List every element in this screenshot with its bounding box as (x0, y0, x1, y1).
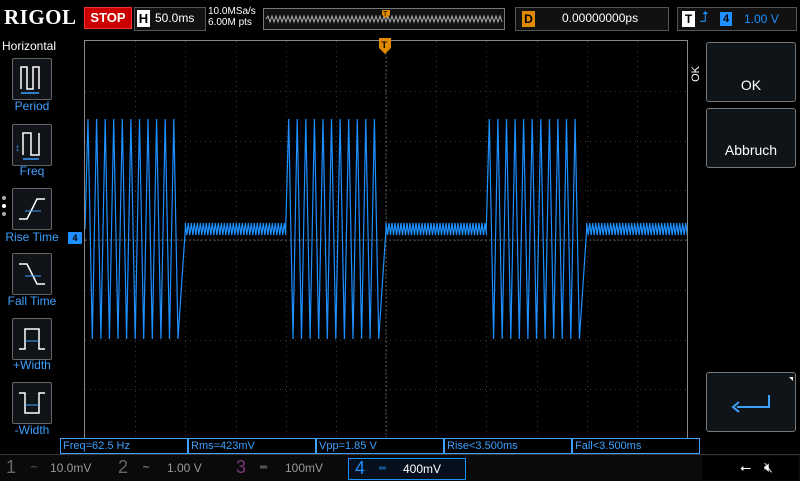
timebase-value: 50.0ms (155, 11, 195, 25)
trigger-box[interactable]: T ⮥ 4 1.00 V (677, 7, 797, 31)
rising-edge-icon: ⮥ (700, 9, 709, 26)
meas-freq[interactable]: Freq=62.5 Hz (60, 438, 188, 454)
waveform-display[interactable] (84, 40, 688, 440)
channel-4-box[interactable]: 4 ═ 400mV (348, 458, 466, 480)
side-ok-label: OK (690, 66, 702, 82)
channel-bar: 1 ∼ 10.0mV 2 ∼ 1.00 V 3 ═ 100mV 4 ═ 400m… (0, 454, 800, 481)
channel-3-number: 3 (236, 457, 247, 477)
meas-fall[interactable]: Fall<3.500ms (572, 438, 700, 454)
freq-icon: ↕ (15, 132, 40, 160)
graticule (85, 41, 687, 439)
channel-4-offset-marker[interactable]: 4 (68, 232, 82, 244)
channel-2-box[interactable]: 2 ∼ 1.00 V (112, 457, 227, 478)
waveform-canvas (84, 41, 688, 439)
trigger-level-value: 1.00 V (744, 12, 779, 26)
delay-badge: D (522, 11, 535, 27)
dc-coupling-icon: ═ (260, 462, 268, 473)
meas-vpp[interactable]: Vpp=1.85 V (316, 438, 444, 454)
memory-overview-bar[interactable]: T (263, 8, 505, 30)
measure-menu: Horizontal Period ↕ Freq Rise Time Fall … (0, 36, 60, 438)
meas-rise[interactable]: Rise<3.500ms (444, 438, 572, 454)
confirm-panel: OK OK Abbruch (690, 36, 800, 438)
measure-rise-time-button[interactable] (12, 188, 52, 230)
meas-rms[interactable]: Rms=423mV (188, 438, 316, 454)
scroll-dot-active (2, 204, 6, 208)
acquisition-info: 10.0MSa/s 6.00M pts (208, 6, 256, 28)
scroll-dot (2, 196, 6, 200)
menu-title: Horizontal (2, 39, 57, 53)
fall-time-label: Fall Time (7, 294, 57, 308)
period-icon (20, 66, 40, 94)
neg-width-label: -Width (14, 423, 50, 437)
top-status-bar: RIGOL STOP H 50.0ms 10.0MSa/s 6.00M pts … (0, 0, 800, 36)
usb-icon: ⭠ (740, 459, 752, 475)
return-arrow-icon (731, 377, 793, 413)
measure-pos-width-button[interactable] (12, 318, 52, 360)
channel-1-number: 1 (6, 457, 17, 477)
svg-text:T: T (382, 40, 388, 50)
channel-4-number: 4 (355, 458, 366, 478)
ac-coupling-icon: ∼ (30, 462, 39, 473)
memory-depth: 6.00M pts (208, 17, 252, 28)
brand-logo: RIGOL (4, 5, 77, 29)
rise-time-label: Rise Time (5, 230, 59, 244)
measure-freq-button[interactable]: ↕ (12, 124, 52, 166)
trigger-channel-badge: 4 (720, 12, 732, 26)
return-button[interactable] (706, 372, 796, 432)
svg-text:T: T (383, 11, 388, 18)
timebase-box[interactable]: H 50.0ms (134, 7, 206, 31)
channel-1-box[interactable]: 1 ∼ 10.0mV (0, 457, 110, 478)
trigger-delay-value: 0.00000000ps (562, 11, 639, 25)
horizontal-badge: H (137, 10, 150, 27)
neg-width-icon (19, 392, 45, 414)
rise-time-icon (19, 198, 45, 220)
memory-overview-wave: T (265, 10, 503, 24)
measurement-bar: Freq=62.5 Hz Rms=423mV Vpp=1.85 V Rise<3… (60, 438, 800, 454)
channel-3-scale: 100mV (285, 461, 324, 475)
pos-width-icon (19, 328, 45, 350)
cancel-button[interactable]: Abbruch (706, 108, 796, 168)
sample-rate: 10.0MSa/s (208, 6, 256, 17)
freq-label: Freq (19, 164, 45, 178)
period-label: Period (14, 99, 50, 113)
svg-text:↕: ↕ (15, 143, 20, 154)
trigger-position-marker[interactable]: T (378, 38, 392, 54)
channel-3-box[interactable]: 3 ═ 100mV (230, 457, 345, 478)
fall-time-icon (19, 263, 45, 285)
trigger-delay-box[interactable]: D 0.00000000ps (515, 7, 669, 31)
measure-fall-time-button[interactable] (12, 253, 52, 295)
measure-neg-width-button[interactable] (12, 382, 52, 424)
pos-width-label: +Width (13, 358, 51, 372)
channel-2-scale: 1.00 V (167, 461, 202, 475)
speaker-muted-icon[interactable]: 🔇︎ (764, 459, 773, 476)
trigger-position-icon: T (379, 38, 391, 54)
channel-2-number: 2 (118, 457, 129, 477)
ok-button[interactable]: OK (706, 42, 796, 102)
dc-coupling-icon: ═ (379, 463, 387, 474)
ac-coupling-icon: ∼ (142, 462, 151, 473)
channel-4-scale: 400mV (403, 462, 442, 476)
run-stop-status[interactable]: STOP (84, 7, 132, 29)
trigger-badge: T (682, 11, 695, 27)
cancel-label: Abbruch (724, 142, 778, 158)
measure-period-button[interactable] (12, 58, 52, 100)
status-icons: ⭠ 🔇︎ (702, 456, 798, 480)
ok-label: OK (740, 77, 762, 93)
scroll-dot (2, 212, 6, 216)
channel-1-scale: 10.0mV (50, 461, 92, 475)
